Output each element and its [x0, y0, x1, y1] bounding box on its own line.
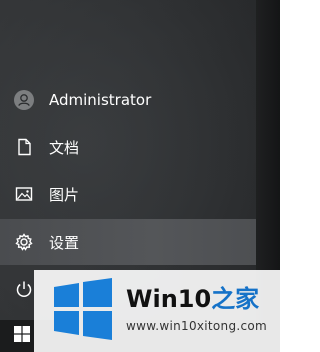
gear-icon [14, 232, 34, 252]
site-watermark: Win10之家 www.win10xitong.com [34, 270, 280, 352]
watermark-title-main: Win10 [126, 285, 212, 313]
start-item-settings-label: 设置 [49, 233, 80, 252]
watermark-url: www.win10xitong.com [126, 319, 268, 333]
document-icon [14, 137, 34, 157]
start-menu: Administrator 文档 图片 设置 Win10之家 www.win10… [0, 0, 280, 352]
watermark-title-suffix: 之家 [211, 285, 260, 313]
windows-flag-logo-icon [52, 278, 114, 340]
windows-logo-icon [14, 326, 30, 346]
start-item-user[interactable]: Administrator [0, 77, 256, 123]
watermark-title: Win10之家 [126, 284, 259, 314]
start-item-pictures[interactable]: 图片 [0, 171, 256, 217]
user-avatar-icon [14, 90, 34, 110]
start-item-settings[interactable]: 设置 [0, 219, 256, 265]
start-item-documents-label: 文档 [49, 138, 80, 157]
start-item-pictures-label: 图片 [49, 185, 80, 204]
picture-icon [14, 184, 34, 204]
power-icon [14, 279, 34, 299]
start-item-documents[interactable]: 文档 [0, 124, 256, 170]
start-item-user-label: Administrator [49, 91, 152, 109]
